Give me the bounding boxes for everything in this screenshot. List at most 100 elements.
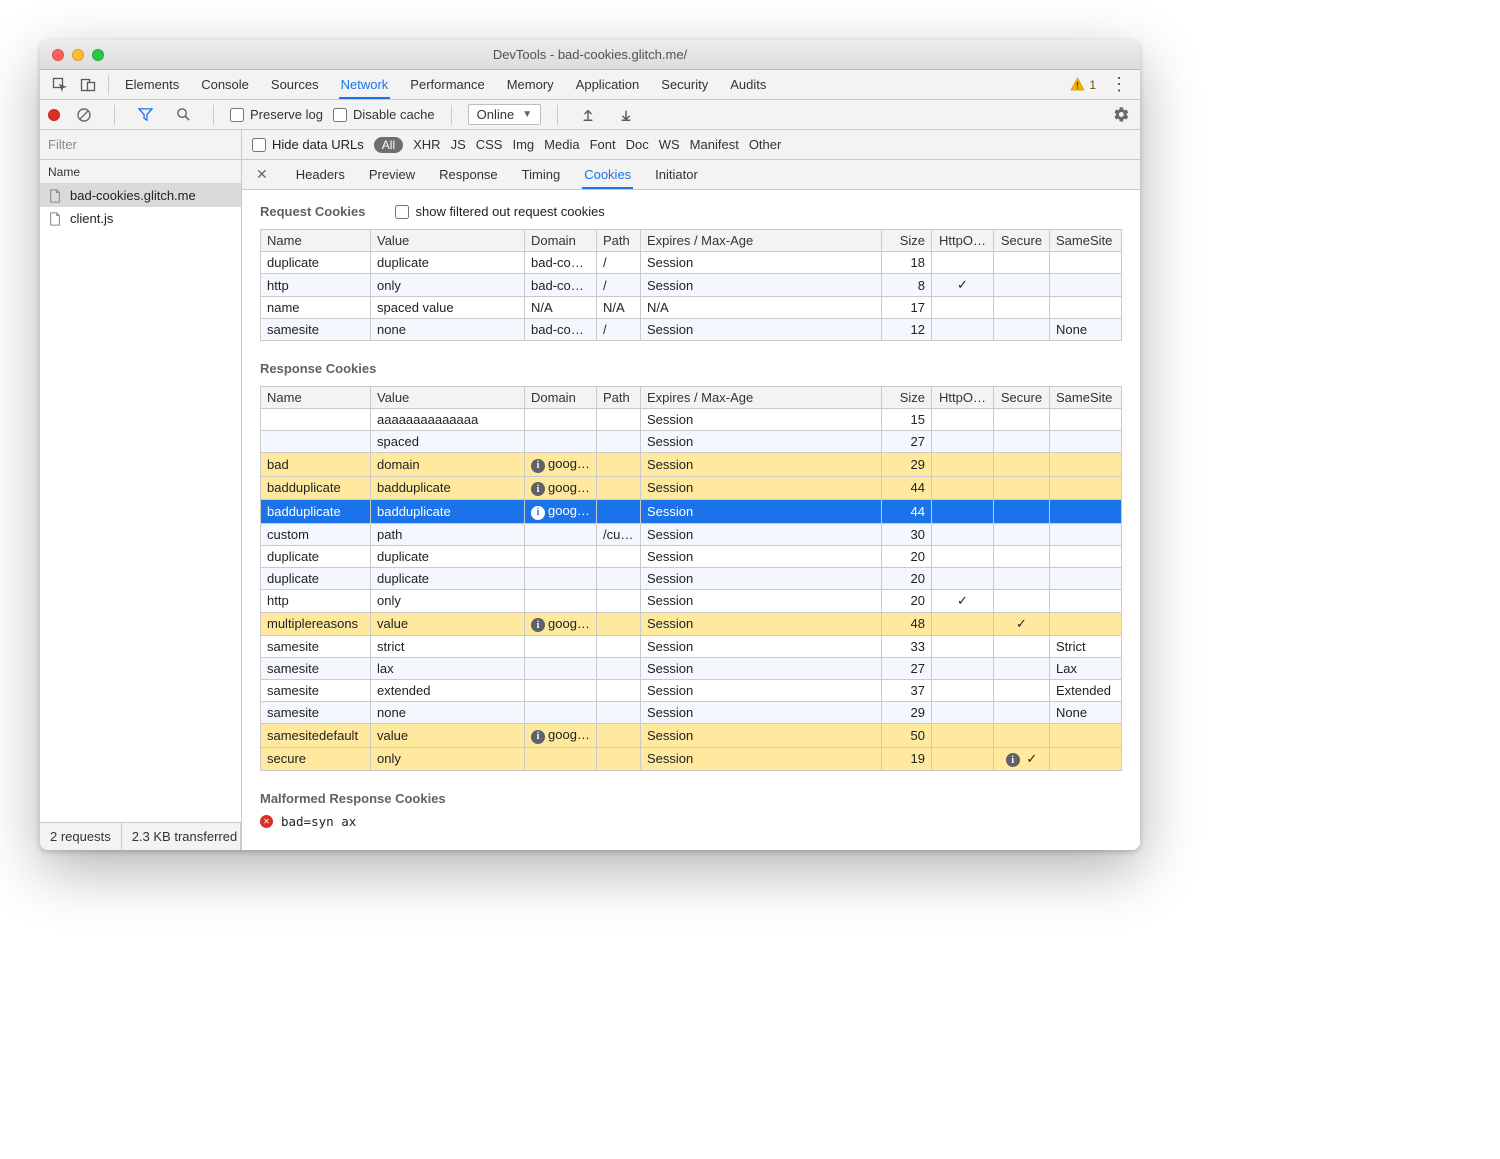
minimize-window-button[interactable]: [72, 49, 84, 61]
col-header[interactable]: Secure: [994, 387, 1050, 409]
filter-type-js[interactable]: JS: [451, 137, 466, 152]
filter-type-xhr[interactable]: XHR: [413, 137, 440, 152]
close-window-button[interactable]: [52, 49, 64, 61]
filter-type-manifest[interactable]: Manifest: [690, 137, 739, 152]
col-header[interactable]: Value: [371, 387, 525, 409]
cookie-row[interactable]: duplicateduplicateSession20: [261, 567, 1122, 589]
main-tabs: Elements Console Sources Network Performance…: [123, 71, 768, 99]
cookie-row[interactable]: httponlybad-coo…/Session8✓: [261, 274, 1122, 297]
sidebar-header-name[interactable]: Name: [40, 160, 241, 184]
col-header[interactable]: SameSite: [1050, 387, 1122, 409]
col-header[interactable]: Name: [261, 387, 371, 409]
clear-log-icon[interactable]: [70, 101, 98, 129]
upload-har-icon[interactable]: [574, 101, 602, 129]
cookie-row[interactable]: samesitestrictSession33Strict: [261, 636, 1122, 658]
throttling-select[interactable]: Online ▼: [468, 104, 541, 125]
main-tab-performance[interactable]: Performance: [408, 71, 486, 99]
info-icon: i: [531, 506, 545, 520]
main-tab-elements[interactable]: Elements: [123, 71, 181, 99]
hide-data-urls-checkbox[interactable]: Hide data URLs: [252, 137, 364, 152]
warnings-indicator[interactable]: 1: [1070, 77, 1096, 92]
col-header[interactable]: Domain: [525, 230, 597, 252]
cookie-row[interactable]: baddomainigoogl…Session29: [261, 453, 1122, 477]
status-transferred: 2.3 KB transferred: [122, 823, 241, 850]
main-tab-sources[interactable]: Sources: [269, 71, 321, 99]
col-header[interactable]: Secure: [994, 230, 1050, 252]
search-icon[interactable]: [169, 101, 197, 129]
filter-type-img[interactable]: Img: [512, 137, 534, 152]
col-header[interactable]: Expires / Max-Age: [641, 387, 882, 409]
filter-input[interactable]: [40, 130, 242, 159]
main-tab-application[interactable]: Application: [574, 71, 642, 99]
preserve-log-checkbox[interactable]: Preserve log: [230, 107, 323, 122]
response-cookies-table: NameValueDomainPathExpires / Max-AgeSize…: [260, 386, 1122, 771]
requests-sidebar: Name bad-cookies.glitch.meclient.js 2 re…: [40, 160, 242, 850]
col-header[interactable]: HttpO…: [932, 387, 994, 409]
main-tab-console[interactable]: Console: [199, 71, 251, 99]
info-icon: i: [1006, 753, 1020, 767]
malformed-heading: Malformed Response Cookies: [260, 791, 1122, 806]
cookie-row[interactable]: duplicateduplicatebad-coo…/Session18: [261, 252, 1122, 274]
close-detail-icon[interactable]: ✕: [256, 166, 268, 183]
main-tab-security[interactable]: Security: [659, 71, 710, 99]
col-header[interactable]: Path: [597, 230, 641, 252]
cookie-row[interactable]: samesitenonebad-coo…/Session12None: [261, 319, 1122, 341]
disable-cache-checkbox[interactable]: Disable cache: [333, 107, 435, 122]
detail-tab-cookies[interactable]: Cookies: [582, 161, 633, 189]
cookie-row[interactable]: samesiteextendedSession37Extended: [261, 680, 1122, 702]
download-har-icon[interactable]: [612, 101, 640, 129]
col-header[interactable]: Value: [371, 230, 525, 252]
col-header[interactable]: HttpO…: [932, 230, 994, 252]
cookie-row[interactable]: namespaced valueN/AN/AN/A17: [261, 297, 1122, 319]
show-filtered-checkbox[interactable]: show filtered out request cookies: [395, 204, 604, 219]
cookie-row[interactable]: samesitenoneSession29None: [261, 702, 1122, 724]
filter-type-css[interactable]: CSS: [476, 137, 503, 152]
zoom-window-button[interactable]: [92, 49, 104, 61]
cookie-row[interactable]: secureonlySession19i ✓: [261, 747, 1122, 771]
cookie-row[interactable]: httponlySession20✓: [261, 589, 1122, 612]
detail-tab-initiator[interactable]: Initiator: [653, 161, 700, 189]
cookie-row[interactable]: duplicateduplicateSession20: [261, 545, 1122, 567]
malformed-cookie-text: bad=syn ax: [281, 814, 356, 829]
col-header[interactable]: Domain: [525, 387, 597, 409]
col-header[interactable]: Size: [882, 387, 932, 409]
filter-type-doc[interactable]: Doc: [626, 137, 649, 152]
detail-tab-preview[interactable]: Preview: [367, 161, 417, 189]
device-toggle-icon[interactable]: [74, 71, 102, 99]
main-tab-network[interactable]: Network: [339, 71, 391, 99]
more-options-icon[interactable]: ⋮: [1104, 74, 1134, 95]
cookie-row[interactable]: aaaaaaaaaaaaaaSession15: [261, 409, 1122, 431]
col-header[interactable]: Size: [882, 230, 932, 252]
request-item[interactable]: bad-cookies.glitch.me: [40, 184, 241, 207]
col-header[interactable]: Expires / Max-Age: [641, 230, 882, 252]
status-requests: 2 requests: [40, 823, 122, 850]
request-cookies-table: NameValueDomainPathExpires / Max-AgeSize…: [260, 229, 1122, 341]
col-header[interactable]: SameSite: [1050, 230, 1122, 252]
inspect-element-icon[interactable]: [46, 71, 74, 99]
cookie-row[interactable]: samesitelaxSession27Lax: [261, 658, 1122, 680]
filter-type-ws[interactable]: WS: [659, 137, 680, 152]
main-tab-audits[interactable]: Audits: [728, 71, 768, 99]
cookie-row[interactable]: multiplereasonsvalueigoogl…Session48✓: [261, 612, 1122, 636]
main-tab-memory[interactable]: Memory: [505, 71, 556, 99]
filter-type-font[interactable]: Font: [590, 137, 616, 152]
cookie-row[interactable]: samesitedefaultvalueigoogl…Session50: [261, 724, 1122, 748]
cookie-row[interactable]: spacedSession27: [261, 431, 1122, 453]
detail-tab-headers[interactable]: Headers: [294, 161, 347, 189]
filter-type-media[interactable]: Media: [544, 137, 579, 152]
request-list: bad-cookies.glitch.meclient.js: [40, 184, 241, 230]
filter-type-all[interactable]: All: [374, 137, 403, 153]
cookie-row[interactable]: badduplicatebadduplicateigoogl…Session44: [261, 500, 1122, 524]
col-header[interactable]: Path: [597, 387, 641, 409]
detail-tab-timing[interactable]: Timing: [520, 161, 563, 189]
filter-toggle-icon[interactable]: [131, 101, 159, 129]
request-item[interactable]: client.js: [40, 207, 241, 230]
filter-bar: Hide data URLs All XHR JS CSS Img Media Font Do…: [40, 130, 1140, 160]
settings-gear-icon[interactable]: [1113, 106, 1132, 123]
record-button[interactable]: [48, 109, 60, 121]
cookie-row[interactable]: badduplicatebadduplicateigoogl…Session44: [261, 476, 1122, 500]
filter-type-other[interactable]: Other: [749, 137, 782, 152]
detail-tab-response[interactable]: Response: [437, 161, 500, 189]
col-header[interactable]: Name: [261, 230, 371, 252]
cookie-row[interactable]: custompath/cu…Session30: [261, 523, 1122, 545]
